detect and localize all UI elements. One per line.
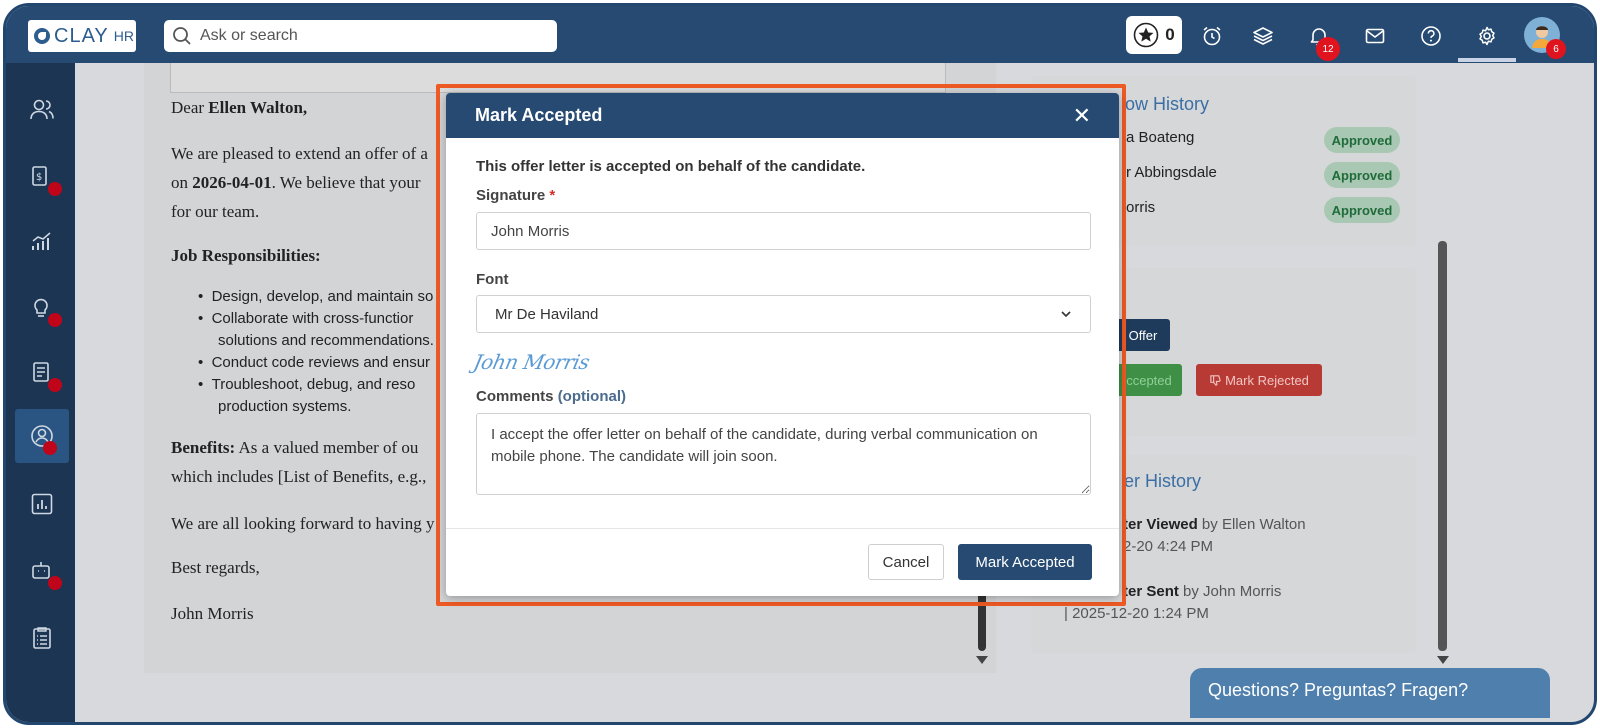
status-badge: Approved [1324, 197, 1400, 223]
letter-paragraph: for our team. [171, 202, 260, 221]
list-item: • Troubleshoot, debug, and reso [198, 376, 416, 393]
points-count: 0 [1165, 25, 1175, 44]
sidebar-item-analytics[interactable] [15, 215, 69, 269]
checklist-icon [33, 627, 51, 649]
font-label: Font [476, 271, 509, 288]
mark-accepted-dialog: Mark Accepted ✕ This offer letter is acc… [446, 93, 1119, 596]
sidebar-item-support[interactable] [15, 544, 69, 598]
search-icon [173, 27, 191, 45]
benefits-paragraph: which includes [List of Benefits, e.g., [171, 467, 427, 486]
history-event: ter Sent by John Morris [1123, 583, 1282, 600]
users-icon [30, 99, 54, 120]
list-item: solutions and recommendations. [218, 332, 434, 349]
gear-icon [1479, 26, 1495, 46]
notification-dot [43, 441, 57, 455]
svg-text:$: $ [36, 172, 42, 183]
list-item: production systems. [218, 398, 352, 415]
approver-name: r Abbingsdale [1126, 164, 1217, 181]
signature-preview: John Morris [471, 350, 592, 374]
mark-rejected-button[interactable]: Mark Rejected [1196, 364, 1322, 396]
top-bar: CLAY HR 0 12 [6, 6, 1594, 63]
dialog-intro: This offer letter is accepted on behalf … [476, 158, 866, 175]
font-selected-value: Mr De Haviland [495, 305, 599, 323]
workflow-history-title: low History [1121, 94, 1210, 114]
chevron-down-icon [1061, 311, 1071, 318]
letter-paragraph: on 2026-04-01. We believe that your [171, 173, 421, 192]
alarm-button[interactable] [1195, 19, 1229, 53]
search-input[interactable] [200, 27, 540, 45]
candidate-name: Ellen Walton, [208, 98, 308, 117]
notifications-badge: 12 [1316, 37, 1340, 61]
status-badge: Approved [1324, 162, 1400, 188]
required-marker: * [549, 187, 556, 204]
sidebar-item-reports[interactable] [15, 477, 69, 531]
help-button[interactable] [1414, 19, 1448, 53]
regards: Best regards, [171, 558, 260, 577]
logo-name: CLAY [54, 24, 109, 47]
closing-paragraph: We are all looking forward to having y [171, 514, 435, 533]
logo-icon [34, 28, 50, 44]
signer-name: John Morris [171, 604, 254, 623]
layers-icon [1253, 27, 1273, 45]
dialog-header: Mark Accepted ✕ [446, 93, 1119, 138]
notification-dot [48, 378, 62, 392]
logo-suffix: HR [113, 28, 134, 44]
history-time: | 2025-12-20 1:24 PM [1064, 605, 1209, 622]
help-icon [1421, 26, 1441, 46]
benefits-paragraph: Benefits: As a valued member of ou [171, 438, 419, 457]
points-button[interactable]: 0 [1126, 16, 1182, 54]
report-chart-icon [31, 493, 53, 515]
help-chat-tab[interactable]: Questions? Preguntas? Fragen? [1190, 668, 1550, 718]
signature-input[interactable] [476, 212, 1091, 250]
letter-greeting: Dear Ellen Walton, [171, 98, 308, 117]
avatar-badge: 6 [1546, 39, 1566, 59]
alarm-clock-icon [1203, 26, 1221, 46]
dialog-title: Mark Accepted [475, 105, 603, 125]
star-icon [1133, 22, 1159, 48]
mail-icon [1365, 28, 1385, 44]
history-event: ter Viewed by Ellen Walton [1123, 516, 1306, 533]
list-item: • Conduct code reviews and ensur [198, 354, 431, 371]
search-bar[interactable] [164, 20, 557, 52]
active-tab-indicator [1458, 58, 1516, 62]
cancel-button[interactable]: Cancel [868, 544, 944, 580]
comments-textarea[interactable]: I accept the offer letter on behalf of t… [476, 413, 1091, 495]
scroll-down-arrow[interactable] [1437, 656, 1449, 664]
signature-label: Signature * [476, 187, 556, 204]
notification-dot [48, 576, 62, 590]
dialog-body: This offer letter is accepted on behalf … [446, 138, 1119, 528]
bar-growth-icon [32, 232, 51, 250]
approver-name: orris [1126, 199, 1156, 216]
approver-name: a Boateng [1126, 129, 1195, 146]
comments-label: Comments (optional) [476, 388, 627, 405]
app-logo[interactable]: CLAY HR [28, 20, 136, 52]
sidebar-item-tasks[interactable] [15, 611, 69, 665]
sidebar-item-documents[interactable] [15, 346, 69, 400]
sidebar-item-people[interactable] [15, 83, 69, 137]
right-panel-scrollbar[interactable] [1438, 241, 1447, 651]
letter-paragraph: We are pleased to extend an offer of a [171, 144, 428, 163]
sidebar-item-finance[interactable]: $ [15, 150, 69, 204]
list-item: • Collaborate with cross-functior [198, 310, 414, 327]
sidebar-item-ideas[interactable] [15, 281, 69, 335]
history-time: 2-20 4:24 PM [1123, 538, 1214, 555]
font-select[interactable]: Mr De Haviland [476, 295, 1091, 333]
sidebar-item-recruitment[interactable] [15, 409, 69, 463]
dialog-footer: Cancel Mark Accepted [446, 528, 1119, 596]
list-item: • Design, develop, and maintain so [198, 288, 434, 305]
settings-button[interactable] [1470, 19, 1504, 53]
layers-button[interactable] [1246, 19, 1280, 53]
thumbs-down-icon [1210, 374, 1221, 386]
notification-dot [48, 182, 62, 196]
responsibilities-heading: Job Responsibilities: [171, 246, 321, 265]
offer-history-title: er History [1124, 471, 1202, 491]
mark-accepted-button[interactable]: Mark Accepted [958, 544, 1092, 580]
scroll-down-arrow[interactable] [976, 656, 988, 664]
close-icon[interactable]: ✕ [1073, 104, 1091, 127]
notification-dot [48, 313, 62, 327]
status-badge: Approved [1324, 127, 1400, 153]
sidebar: $ [6, 63, 75, 722]
messages-button[interactable] [1358, 19, 1392, 53]
